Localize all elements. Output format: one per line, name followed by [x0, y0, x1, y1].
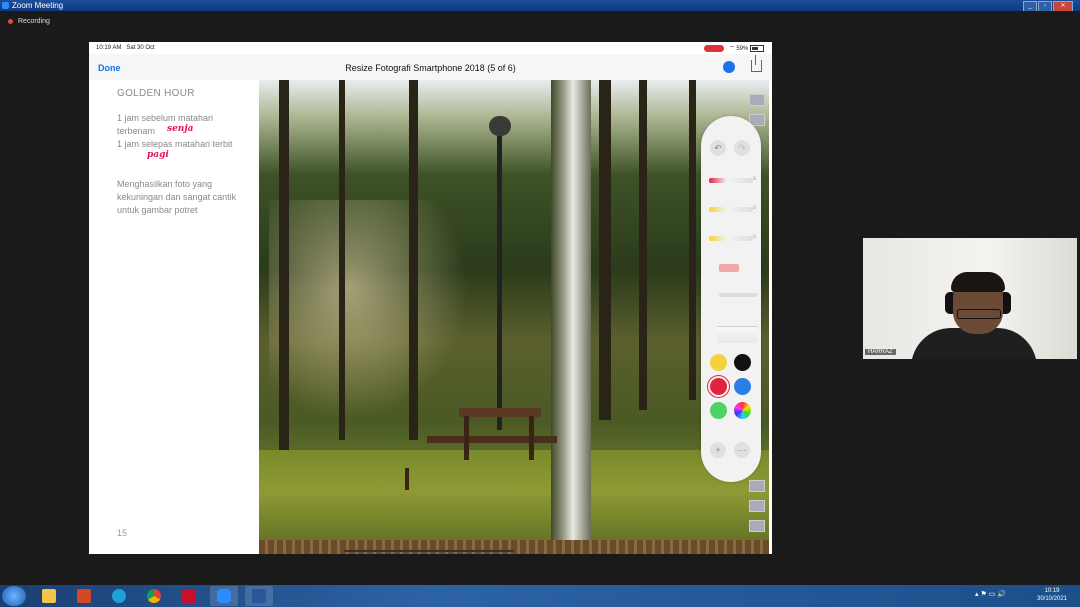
tree-trunk [409, 80, 418, 440]
pencil-tool[interactable] [709, 236, 753, 241]
zoom-app-icon [2, 2, 9, 9]
chrome-icon[interactable] [140, 586, 168, 606]
recording-label: Recording [18, 18, 50, 25]
thumbnail[interactable] [749, 94, 765, 106]
color-black[interactable] [734, 354, 751, 371]
marker-tool[interactable] [709, 207, 753, 212]
page-number: 15 [117, 528, 128, 538]
table-leg [529, 416, 534, 460]
tree-trunk [279, 80, 289, 450]
slide-body: Menghasilkan foto yang kekuningan dan sa… [117, 179, 237, 215]
sun-haze [269, 200, 469, 420]
document-navbar: Done Resize Fotografi Smartphone 2018 (5… [89, 54, 772, 80]
window-titlebar: Zoom Meeting _ ▫ ✕ [0, 0, 1080, 12]
acrobat-icon[interactable] [175, 586, 203, 606]
taskbar-clock[interactable]: 10:19 30/10/2021 [1030, 587, 1074, 603]
start-orb-icon[interactable] [2, 586, 26, 606]
ruler-tool[interactable] [717, 326, 757, 343]
slide-line-2: 1 jam selepas matahari terbit [117, 139, 233, 149]
more-icon[interactable]: ⋯ [734, 442, 750, 458]
participant-hair [951, 272, 1005, 292]
battery-percent: 59% [736, 46, 749, 52]
thumbnail[interactable] [749, 480, 765, 492]
lamp-post [497, 120, 502, 430]
birch-trunk [551, 80, 591, 554]
markup-palette: ↶ ↷ s s s + ⋯ [701, 116, 761, 482]
screen-record-icon [704, 44, 725, 52]
clock-time: 10:19 [1044, 588, 1060, 594]
tree-trunk [599, 80, 611, 420]
share-icon[interactable] [751, 55, 762, 72]
annotation-senja: senja [167, 124, 194, 134]
thumbnail[interactable] [749, 520, 765, 532]
markup-icon[interactable] [723, 61, 735, 73]
battery-icon [750, 44, 764, 52]
color-blue[interactable] [734, 378, 751, 395]
system-tray[interactable]: ▴ ⚑ ▭ 🔊 [975, 590, 1006, 598]
word-icon[interactable] [245, 586, 273, 606]
status-time: 10:19 AM Sat 30 Oct [96, 45, 155, 51]
participant-name: HARRAZ [865, 349, 896, 355]
ipad-status-bar: 10:19 AM Sat 30 Oct ⌔ 59% [89, 42, 772, 54]
tool-size-label: s [753, 176, 756, 182]
shared-screen: 10:19 AM Sat 30 Oct ⌔ 59% Done Resize Fo… [89, 42, 772, 554]
edge-icon[interactable] [105, 586, 133, 606]
window-title: Zoom Meeting [12, 1, 64, 10]
color-red-selected[interactable] [710, 378, 727, 395]
redo-icon[interactable]: ↷ [734, 140, 750, 156]
clock-date: 30/10/2021 [1036, 596, 1068, 602]
color-green[interactable] [710, 402, 727, 419]
undo-icon[interactable]: ↶ [710, 140, 726, 156]
add-icon[interactable]: + [710, 442, 726, 458]
participant-glasses [957, 309, 1001, 319]
table-leg [464, 416, 469, 460]
recording-indicator: Recording [8, 18, 50, 25]
document-title: Resize Fotografi Smartphone 2018 (5 of 6… [345, 63, 516, 73]
pen-tool[interactable] [709, 178, 753, 183]
slide-heading: GOLDEN HOUR [117, 88, 195, 99]
webcam-video[interactable]: HARRAZ [863, 238, 1077, 359]
status-right: ⌔ 59% [704, 44, 764, 52]
color-wheel-icon[interactable] [734, 402, 751, 419]
lasso-tool[interactable] [719, 293, 757, 297]
slide-text-panel: GOLDEN HOUR 1 jam sebelum matahari terbe… [89, 80, 259, 554]
wooden-strip [259, 540, 769, 554]
powerpoint-icon[interactable] [70, 586, 98, 606]
grass-ground [259, 450, 769, 554]
recording-dot-icon [8, 18, 13, 24]
tree-trunk [639, 80, 647, 410]
tree-trunk [339, 80, 345, 440]
forest-photo [259, 80, 769, 554]
stake [405, 468, 409, 490]
thumbnail[interactable] [749, 500, 765, 512]
picnic-bench-seat [427, 436, 557, 443]
eraser-tool[interactable] [719, 264, 739, 272]
home-indicator [344, 550, 514, 552]
lamp-head [489, 116, 511, 136]
annotation-pagi: pagi [147, 150, 169, 160]
zoom-icon[interactable] [210, 586, 238, 606]
wifi-icon: ⌔ [729, 46, 735, 52]
tool-size-label: s [753, 234, 756, 240]
tool-size-label: s [753, 205, 756, 211]
file-explorer-icon[interactable] [35, 586, 63, 606]
tree-trunk [689, 80, 696, 400]
windows-taskbar: ▴ ⚑ ▭ 🔊 10:19 30/10/2021 [0, 585, 1080, 607]
color-yellow[interactable] [710, 354, 727, 371]
